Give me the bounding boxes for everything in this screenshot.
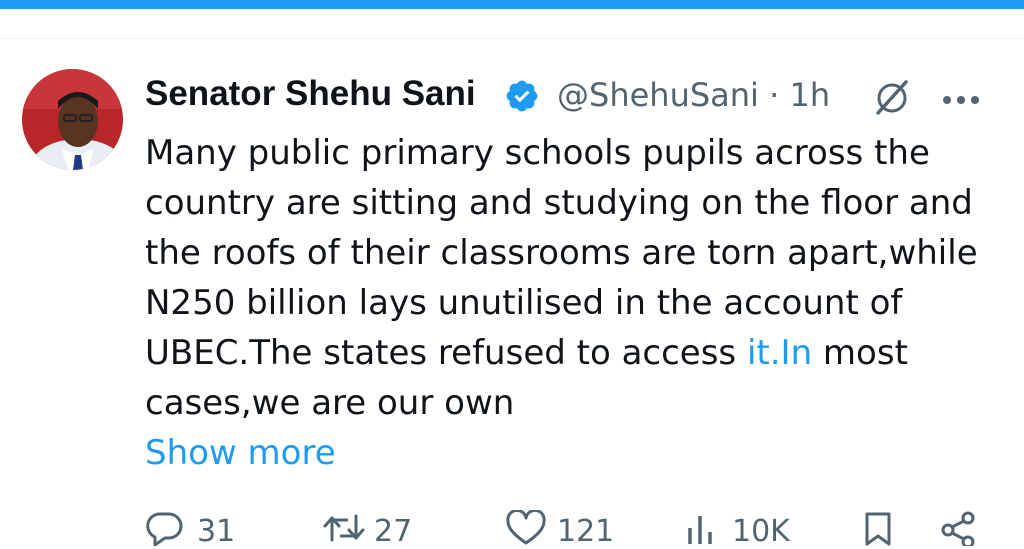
tweet-inline-link[interactable]: it.In (747, 333, 812, 373)
grok-icon[interactable] (872, 77, 912, 117)
avatar[interactable] (22, 69, 123, 170)
divider (0, 38, 1024, 39)
tweet-text: Many public primary schools pupils acros… (145, 128, 1005, 428)
verified-badge-icon (504, 78, 540, 114)
tweet-actions: 31 27 121 10K (0, 508, 1024, 549)
top-accent-bar (0, 0, 1024, 9)
tweet-body: Many public primary schools pupils acros… (145, 128, 1005, 478)
tweet-header: Senator Shehu Sani @ShehuSani · 1h (145, 70, 1005, 118)
like-count: 121 (557, 514, 615, 549)
reply-count: 31 (197, 514, 236, 549)
author-name[interactable]: Senator Shehu Sani (145, 74, 476, 114)
show-more-link[interactable]: Show more (145, 428, 336, 478)
repost-count: 27 (374, 514, 413, 549)
handle-and-time[interactable]: @ShehuSani · 1h (557, 76, 830, 114)
more-options-icon[interactable] (942, 90, 980, 104)
views-count: 10K (732, 514, 790, 549)
